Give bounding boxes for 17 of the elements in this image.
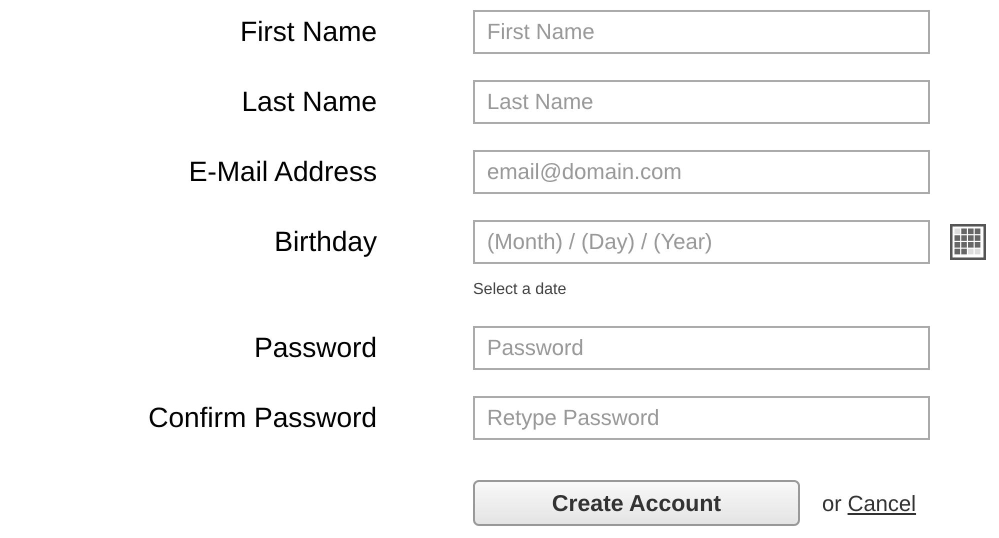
input-field[interactable]: Retype Password [473, 396, 930, 440]
input-field[interactable]: (Month) / (Day) / (Year) [473, 220, 930, 264]
input-field[interactable]: Last Name [473, 80, 930, 124]
field-label: E-Mail Address [188, 156, 377, 187]
field-label: Birthday [274, 226, 377, 257]
cancel-link[interactable]: Cancel [848, 486, 916, 520]
or-text: or [822, 490, 842, 518]
field-label: Password [254, 332, 377, 363]
input-field[interactable]: email@domain.com [473, 150, 930, 194]
calendar-icon[interactable] [950, 224, 986, 260]
field-label: Confirm Password [148, 402, 377, 433]
hint-text: Select a date [473, 281, 566, 298]
input-field[interactable]: First Name [473, 10, 930, 54]
field-label: First Name [240, 16, 377, 47]
input-field[interactable]: Password [473, 326, 930, 370]
create-account-button[interactable]: Create Account [473, 480, 800, 526]
field-label: Last Name [242, 86, 377, 117]
